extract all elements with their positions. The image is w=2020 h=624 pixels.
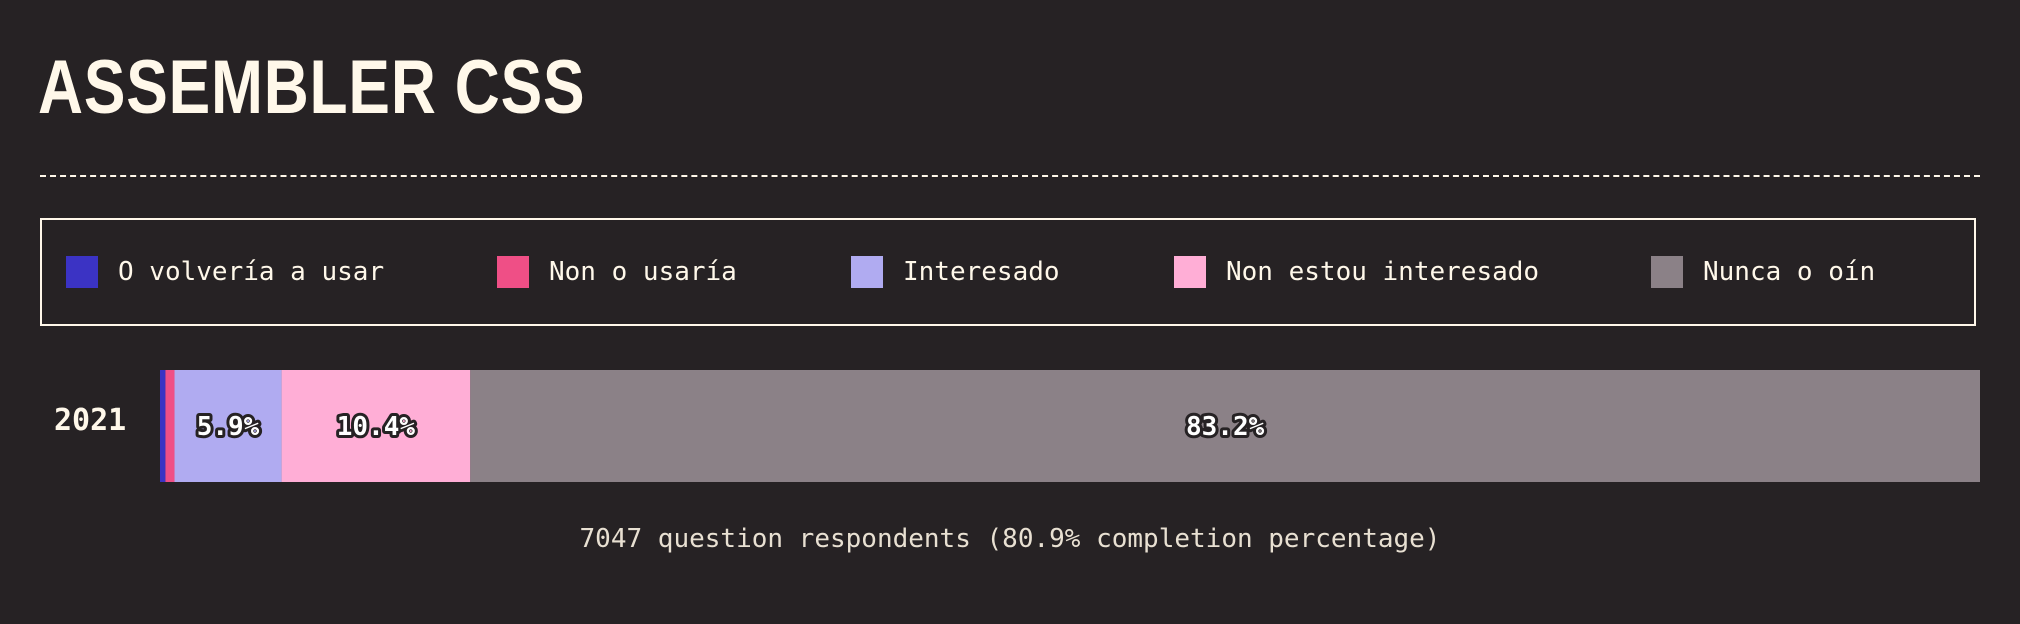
legend-item-would-not-use[interactable]: Non o usaría: [497, 255, 737, 289]
page-title: ASSEMBLER CSS: [38, 45, 586, 130]
legend-label: Non o usaría: [549, 257, 737, 287]
bar-segment-label-5: 83.2%: [1186, 412, 1265, 442]
legend-swatch: [497, 256, 529, 288]
legend-swatch: [851, 256, 883, 288]
legend-item-interested[interactable]: Interesado: [851, 255, 1060, 289]
category-label-2021: 2021: [54, 403, 127, 438]
legend-label: O volvería a usar: [118, 257, 385, 287]
title-divider: [40, 175, 1980, 177]
bar-segment-label-3: 5.9%: [197, 412, 260, 442]
legend-item-never-heard[interactable]: Nunca o oín: [1651, 255, 1875, 289]
legend-swatch: [1174, 256, 1206, 288]
legend-item-would-use-again[interactable]: O volvería a usar: [66, 255, 384, 289]
stacked-bar-chart: 5.9% 10.4% 83.2%: [160, 370, 1981, 482]
chart-legend: O volvería a usar Non o usaría Interesad…: [40, 218, 1976, 326]
legend-label: Non estou interesado: [1226, 257, 1540, 287]
bar-segment-2[interactable]: [165, 370, 175, 482]
bar-segment-label-4: 10.4%: [337, 412, 416, 442]
legend-label: Interesado: [903, 257, 1060, 287]
legend-swatch: [66, 256, 98, 288]
legend-label: Nunca o oín: [1703, 257, 1876, 287]
legend-swatch: [1651, 256, 1683, 288]
bar-segment-1[interactable]: [160, 370, 166, 482]
respondents-footer: 7047 question respondents (80.9% complet…: [579, 524, 1441, 554]
legend-item-not-interested[interactable]: Non estou interesado: [1174, 255, 1539, 289]
